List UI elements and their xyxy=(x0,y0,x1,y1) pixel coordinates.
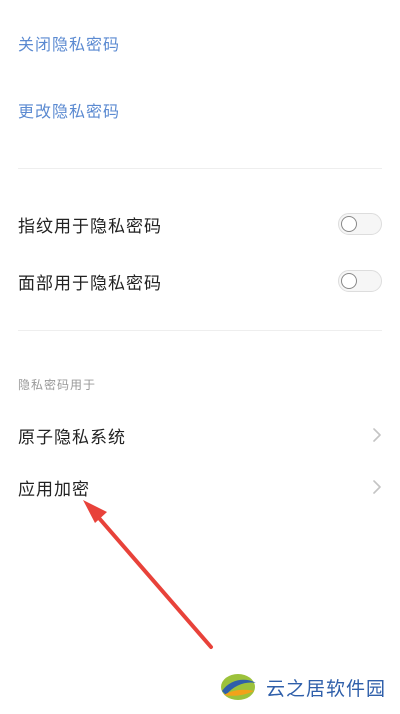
fingerprint-toggle[interactable] xyxy=(338,213,382,235)
list-item-app-encryption[interactable]: 应用加密 xyxy=(0,465,400,509)
list-item-label: 应用加密 xyxy=(18,479,90,500)
face-privacy-password-row: 面部用于隐私密码 xyxy=(0,260,400,302)
watermark-logo-icon xyxy=(221,674,256,700)
chevron-right-icon xyxy=(373,480,381,494)
watermark: 云之居软件园 xyxy=(204,660,400,714)
toggle-knob xyxy=(341,216,357,232)
close-privacy-password-row[interactable]: 关闭隐私密码 xyxy=(0,24,400,62)
watermark-text: 云之居软件园 xyxy=(266,677,387,700)
close-privacy-password-label: 关闭隐私密码 xyxy=(18,35,121,54)
divider xyxy=(18,330,382,331)
face-toggle[interactable] xyxy=(338,270,382,292)
fingerprint-privacy-password-label: 指纹用于隐私密码 xyxy=(18,216,162,237)
fingerprint-privacy-password-row: 指纹用于隐私密码 xyxy=(0,203,400,245)
divider xyxy=(18,168,382,169)
list-item-atom-privacy-system[interactable]: 原子隐私系统 xyxy=(0,413,400,457)
change-privacy-password-row[interactable]: 更改隐私密码 xyxy=(0,91,400,129)
face-privacy-password-label: 面部用于隐私密码 xyxy=(18,273,162,294)
change-privacy-password-label: 更改隐私密码 xyxy=(18,102,121,121)
toggle-knob xyxy=(341,273,357,289)
chevron-right-icon xyxy=(373,428,381,442)
list-item-label: 原子隐私系统 xyxy=(18,427,126,448)
section-header: 隐私密码用于 xyxy=(18,378,97,392)
